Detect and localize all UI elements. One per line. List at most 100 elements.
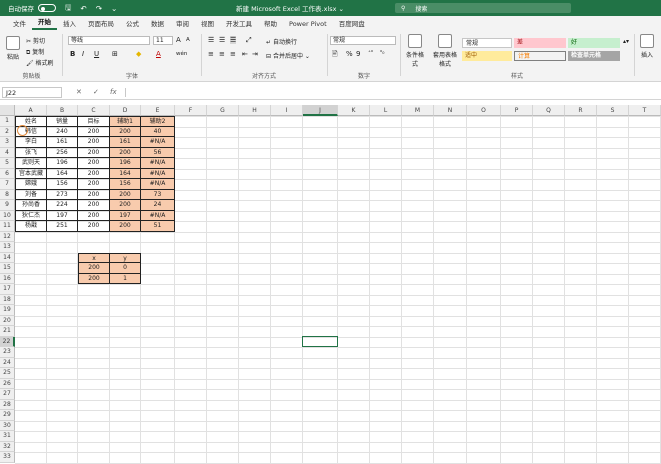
row-header-2[interactable]: 2 xyxy=(0,126,15,137)
format-as-table-button[interactable]: 套用表格格式 xyxy=(432,34,458,68)
styles-scroll-icon[interactable]: ▴▾ xyxy=(623,38,629,45)
table-cell[interactable]: 251 xyxy=(47,221,78,232)
paste-button[interactable]: 粘贴 xyxy=(6,36,20,61)
tab-home[interactable]: 开始 xyxy=(32,16,57,30)
column-header-G[interactable]: G xyxy=(207,105,239,116)
row-header-32[interactable]: 32 xyxy=(0,441,15,452)
italic-button[interactable]: I xyxy=(82,50,84,58)
tab-developer[interactable]: 开发工具 xyxy=(220,18,258,30)
font-color-icon[interactable]: A xyxy=(156,50,161,58)
style-bad[interactable]: 差 xyxy=(514,38,566,48)
style-normal[interactable]: 常规 xyxy=(462,38,512,48)
xy-cell[interactable]: 1 xyxy=(110,273,141,284)
align-left-icon[interactable]: ≡ xyxy=(208,50,214,58)
merge-center-button[interactable]: ⊟ 合并后居中 ⌄ xyxy=(266,51,310,60)
row-header-28[interactable]: 28 xyxy=(0,399,15,410)
xy-cell[interactable]: 200 xyxy=(78,263,110,274)
row-header-25[interactable]: 25 xyxy=(0,368,15,379)
table-cell[interactable]: 杨戬 xyxy=(15,221,47,232)
row-header-12[interactable]: 12 xyxy=(0,231,15,242)
table-cell[interactable]: 56 xyxy=(141,147,175,158)
column-header-M[interactable]: M xyxy=(402,105,434,116)
table-cell[interactable]: 200 xyxy=(110,147,141,158)
table-cell[interactable]: 40 xyxy=(141,126,175,137)
table-cell[interactable]: 196 xyxy=(110,158,141,169)
table-cell[interactable]: #N/A xyxy=(141,158,175,169)
phonetic-icon[interactable]: wén xyxy=(176,51,187,57)
table-cell[interactable]: 宫本武藏 xyxy=(15,168,47,179)
autosave-toggle[interactable] xyxy=(38,4,56,12)
percent-icon[interactable]: % xyxy=(346,50,353,58)
tab-view[interactable]: 视图 xyxy=(195,18,220,30)
column-header-R[interactable]: R xyxy=(565,105,597,116)
number-format-select[interactable]: 常规 xyxy=(330,36,396,45)
column-header-H[interactable]: H xyxy=(239,105,271,116)
column-header-K[interactable]: K xyxy=(338,105,370,116)
column-header-D[interactable]: D xyxy=(110,105,141,116)
worksheet-grid[interactable]: A B C D E F G H I J K L M N O P Q R S T 1 2 3 4 5 6 7 8 9 10 11 12 13 14 1… xyxy=(0,105,661,464)
column-header-S[interactable]: S xyxy=(597,105,629,116)
select-all-corner[interactable] xyxy=(0,105,15,116)
currency-icon[interactable]: 🖹 xyxy=(332,50,338,61)
table-cell[interactable]: 孙尚香 xyxy=(15,200,47,211)
table-cell[interactable]: 164 xyxy=(47,168,78,179)
redo-icon[interactable]: ↷ xyxy=(96,4,102,13)
row-header-18[interactable]: 18 xyxy=(0,294,15,305)
insert-function-icon[interactable]: fx xyxy=(110,88,117,96)
xy-header-cell[interactable]: y xyxy=(110,252,141,263)
wrap-text-button[interactable]: ↵ 自动换行 xyxy=(266,37,297,46)
column-header-J[interactable]: J xyxy=(303,105,338,116)
column-header-C[interactable]: C xyxy=(78,105,110,116)
table-cell[interactable]: #N/A xyxy=(141,137,175,148)
table-cell[interactable]: 嫦娥 xyxy=(15,179,47,190)
table-header-cell[interactable]: 销量 xyxy=(47,116,78,127)
search-input[interactable]: ⚲ 搜索 xyxy=(395,3,571,13)
row-header-30[interactable]: 30 xyxy=(0,420,15,431)
table-cell[interactable]: 240 xyxy=(47,126,78,137)
column-header-F[interactable]: F xyxy=(175,105,207,116)
row-header-14[interactable]: 14 xyxy=(0,252,15,263)
table-cell[interactable]: 李白 xyxy=(15,137,47,148)
table-cell[interactable]: 224 xyxy=(47,200,78,211)
formula-input[interactable] xyxy=(128,87,658,98)
font-name-select[interactable]: 等线 xyxy=(68,36,150,45)
table-cell[interactable]: 200 xyxy=(78,168,110,179)
border-icon[interactable]: ⊞ xyxy=(112,50,118,58)
row-header-10[interactable]: 10 xyxy=(0,210,15,221)
grow-font-icon[interactable]: A xyxy=(176,36,181,44)
row-header-16[interactable]: 16 xyxy=(0,273,15,284)
column-header-P[interactable]: P xyxy=(501,105,533,116)
customize-toolbar-icon[interactable]: ⌄ xyxy=(111,4,117,13)
table-cell[interactable]: 51 xyxy=(141,221,175,232)
row-header-1[interactable]: 1 xyxy=(0,116,15,127)
table-cell[interactable]: 200 xyxy=(78,137,110,148)
table-header-cell[interactable]: 辅助2 xyxy=(141,116,175,127)
tab-formulas[interactable]: 公式 xyxy=(120,18,145,30)
row-header-4[interactable]: 4 xyxy=(0,147,15,158)
table-cell[interactable]: 256 xyxy=(47,147,78,158)
table-cell[interactable]: 武则天 xyxy=(15,158,47,169)
align-middle-icon[interactable]: ☰ xyxy=(219,36,225,44)
underline-button[interactable]: U xyxy=(94,50,99,58)
tab-review[interactable]: 审阅 xyxy=(170,18,195,30)
table-header-cell[interactable]: 辅助1 xyxy=(110,116,141,127)
fill-color-icon[interactable]: ◆ xyxy=(136,50,141,58)
table-cell[interactable]: 200 xyxy=(110,221,141,232)
row-header-31[interactable]: 31 xyxy=(0,431,15,442)
column-header-E[interactable]: E xyxy=(141,105,175,116)
column-header-I[interactable]: I xyxy=(271,105,303,116)
format-painter-button[interactable]: 🖌 格式刷 xyxy=(26,58,54,67)
style-good[interactable]: 好 xyxy=(568,38,620,48)
xy-cell[interactable]: 200 xyxy=(78,273,110,284)
table-cell[interactable]: 200 xyxy=(78,189,110,200)
table-cell[interactable]: 156 xyxy=(110,179,141,190)
table-cell[interactable]: 197 xyxy=(110,210,141,221)
font-size-select[interactable]: 11 xyxy=(153,36,173,45)
style-check-cell[interactable]: 检查单元格 xyxy=(568,51,620,61)
selected-cell[interactable] xyxy=(302,335,338,347)
style-neutral[interactable]: 适中 xyxy=(462,51,512,61)
table-cell[interactable]: 狄仁杰 xyxy=(15,210,47,221)
table-cell[interactable]: 200 xyxy=(78,179,110,190)
decrease-decimal-icon[interactable]: ⁰₀ xyxy=(380,50,384,56)
row-header-3[interactable]: 3 xyxy=(0,137,15,148)
